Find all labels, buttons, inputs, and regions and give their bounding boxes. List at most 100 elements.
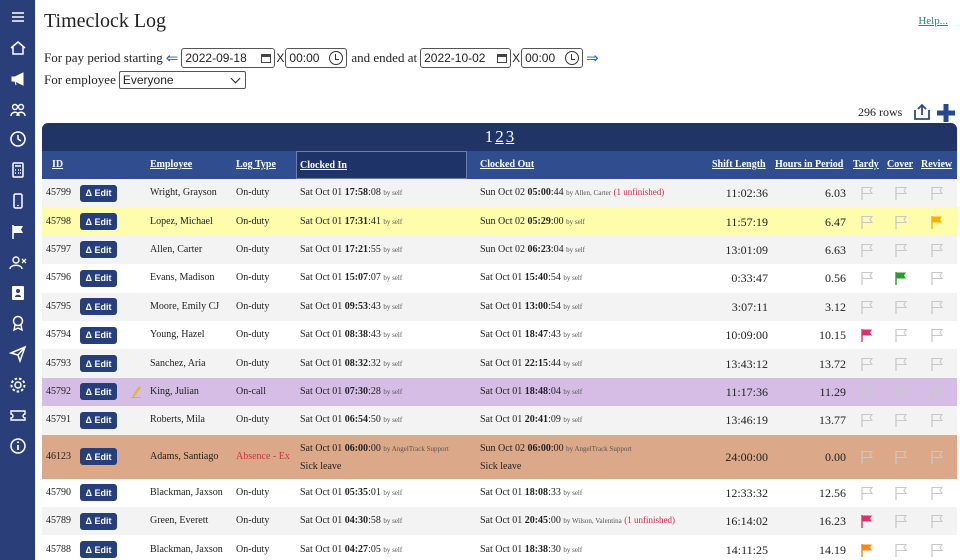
review-flag-icon[interactable] — [930, 186, 944, 201]
award-icon[interactable] — [8, 313, 28, 333]
home-icon[interactable] — [8, 38, 28, 58]
edit-button[interactable]: Δ Edit — [80, 411, 117, 429]
table-row[interactable]: 45794 Δ Edit Young, Hazel On-duty Sat Oct 01… — [42, 321, 957, 350]
table-row[interactable]: 45791 Δ Edit Roberts, Mila On-duty Sat Oct 0… — [42, 406, 957, 435]
tardy-flag-icon[interactable] — [860, 486, 874, 500]
edit-button[interactable]: Δ Edit — [80, 383, 117, 401]
people-icon[interactable] — [8, 100, 28, 120]
page-link-3[interactable]: 3 — [506, 127, 515, 147]
end-time-field[interactable]: 00:00 — [521, 48, 584, 68]
col-clocked-out[interactable]: Clocked Out — [480, 151, 534, 179]
cover-flag-icon[interactable] — [894, 543, 908, 557]
table-row[interactable]: 45799 Δ Edit Wright, Grayson On-duty Sat Oct… — [42, 179, 957, 208]
col-log-type[interactable]: Log Type — [236, 151, 276, 179]
calendar-icon[interactable] — [261, 53, 272, 63]
tardy-flag-icon[interactable] — [860, 543, 874, 557]
menu-icon[interactable] — [8, 7, 28, 27]
cover-flag-icon[interactable] — [894, 413, 908, 428]
send-icon[interactable] — [8, 344, 28, 364]
tardy-flag-icon[interactable] — [860, 357, 874, 371]
col-clocked-in[interactable]: Clocked In — [296, 151, 467, 179]
tardy-flag-icon[interactable] — [860, 215, 874, 229]
review-flag-icon[interactable] — [930, 271, 944, 286]
tardy-flag-icon[interactable] — [860, 186, 874, 201]
tardy-flag-icon[interactable] — [860, 328, 874, 343]
table-row[interactable]: 45798 Δ Edit Lopez, Michael On-duty Sat Oct … — [42, 207, 957, 236]
edit-button[interactable]: Δ Edit — [80, 484, 117, 502]
clock-icon[interactable] — [329, 51, 344, 65]
table-row[interactable]: 46123 Δ Edit Adams, Santiago Absence - Ex Sa… — [42, 434, 957, 479]
clock-icon[interactable] — [8, 129, 28, 149]
add-icon[interactable] — [936, 103, 956, 123]
cover-flag-icon[interactable] — [894, 300, 908, 314]
edit-button[interactable]: Δ Edit — [80, 448, 117, 466]
cover-flag-icon[interactable] — [894, 243, 908, 257]
tardy-flag-icon[interactable] — [860, 271, 874, 286]
cover-flag-icon[interactable] — [894, 328, 908, 343]
table-row[interactable]: 45788 Δ Edit Blackman, Jaxson On-duty Sat Oc… — [42, 535, 957, 560]
tardy-flag-icon[interactable] — [860, 385, 874, 399]
edit-button[interactable]: Δ Edit — [80, 541, 117, 559]
review-flag-icon[interactable] — [930, 543, 944, 557]
table-row[interactable]: 45789 Δ Edit Green, Everett On-duty Sat Oct … — [42, 507, 957, 536]
ticket-icon[interactable] — [8, 405, 28, 425]
col-tardy[interactable]: Tardy — [853, 151, 879, 179]
col-employee[interactable]: Employee — [150, 151, 192, 179]
tardy-flag-icon[interactable] — [860, 300, 874, 314]
edit-button[interactable]: Δ Edit — [80, 512, 117, 530]
next-period-arrow-icon[interactable]: ⇒ — [586, 49, 599, 68]
phone-icon[interactable] — [8, 191, 28, 211]
review-flag-icon[interactable] — [930, 514, 944, 529]
page-link-1[interactable]: 1 — [485, 127, 494, 147]
edit-button[interactable]: Δ Edit — [80, 355, 117, 373]
export-icon[interactable] — [913, 103, 931, 121]
review-flag-icon[interactable] — [930, 413, 944, 428]
unfinished-warning[interactable]: (1 unfinished) — [624, 515, 675, 525]
cover-flag-icon[interactable] — [894, 486, 908, 500]
review-flag-icon[interactable] — [930, 328, 944, 343]
gear-icon[interactable] — [8, 375, 28, 395]
start-date-field[interactable]: 2022-09-18 — [181, 48, 276, 68]
edit-button[interactable]: Δ Edit — [80, 269, 117, 287]
cover-flag-icon[interactable] — [894, 357, 908, 371]
help-link[interactable]: Help... — [918, 15, 948, 27]
table-row[interactable]: 45795 Δ Edit Moore, Emily CJ On-duty Sat Oct… — [42, 292, 957, 321]
start-time-field[interactable]: 00:00 — [285, 48, 348, 68]
cover-flag-icon[interactable] — [894, 186, 908, 201]
col-id[interactable]: ID — [52, 151, 63, 179]
edit-button[interactable]: Δ Edit — [80, 326, 117, 344]
review-flag-icon[interactable] — [930, 243, 944, 257]
page-link-2[interactable]: 2 — [495, 127, 504, 147]
review-flag-icon[interactable] — [930, 215, 944, 229]
review-flag-icon[interactable] — [930, 300, 944, 314]
calendar-icon[interactable] — [497, 53, 508, 63]
edit-button[interactable]: Δ Edit — [80, 298, 117, 316]
clock-icon[interactable] — [565, 51, 580, 65]
review-flag-icon[interactable] — [930, 357, 944, 371]
employee-select[interactable]: Everyone — [118, 71, 246, 89]
col-hours-in-period[interactable]: Hours in Period — [775, 151, 843, 179]
megaphone-icon[interactable] — [8, 69, 28, 89]
review-flag-icon[interactable] — [930, 385, 944, 399]
user-x-icon[interactable] — [8, 253, 28, 273]
unfinished-warning[interactable]: (1 unfinished) — [614, 187, 665, 197]
col-review[interactable]: Review — [921, 151, 952, 179]
info-icon[interactable] — [8, 436, 28, 456]
col-cover[interactable]: Cover — [887, 151, 913, 179]
cover-flag-icon[interactable] — [894, 215, 908, 229]
previous-period-arrow-icon[interactable]: ⇐ — [166, 49, 179, 68]
edit-button[interactable]: Δ Edit — [80, 241, 117, 259]
review-flag-icon[interactable] — [930, 450, 944, 464]
table-row[interactable]: 45797 Δ Edit Allen, Carter On-duty Sat Oct 0… — [42, 235, 957, 265]
cover-flag-icon[interactable] — [894, 271, 908, 286]
review-flag-icon[interactable] — [930, 486, 944, 500]
col-shift-length[interactable]: Shift Length — [712, 151, 766, 179]
table-row[interactable]: 45790 Δ Edit Blackman, Jaxson On-duty Sat Oc… — [42, 478, 957, 507]
tardy-flag-icon[interactable] — [860, 514, 874, 529]
end-date-field[interactable]: 2022-10-02 — [420, 48, 512, 68]
tardy-flag-icon[interactable] — [860, 413, 874, 428]
edit-button[interactable]: Δ Edit — [80, 184, 117, 202]
id-card-icon[interactable] — [8, 283, 28, 303]
cover-flag-icon[interactable] — [894, 385, 908, 399]
edit-button[interactable]: Δ Edit — [80, 213, 117, 231]
